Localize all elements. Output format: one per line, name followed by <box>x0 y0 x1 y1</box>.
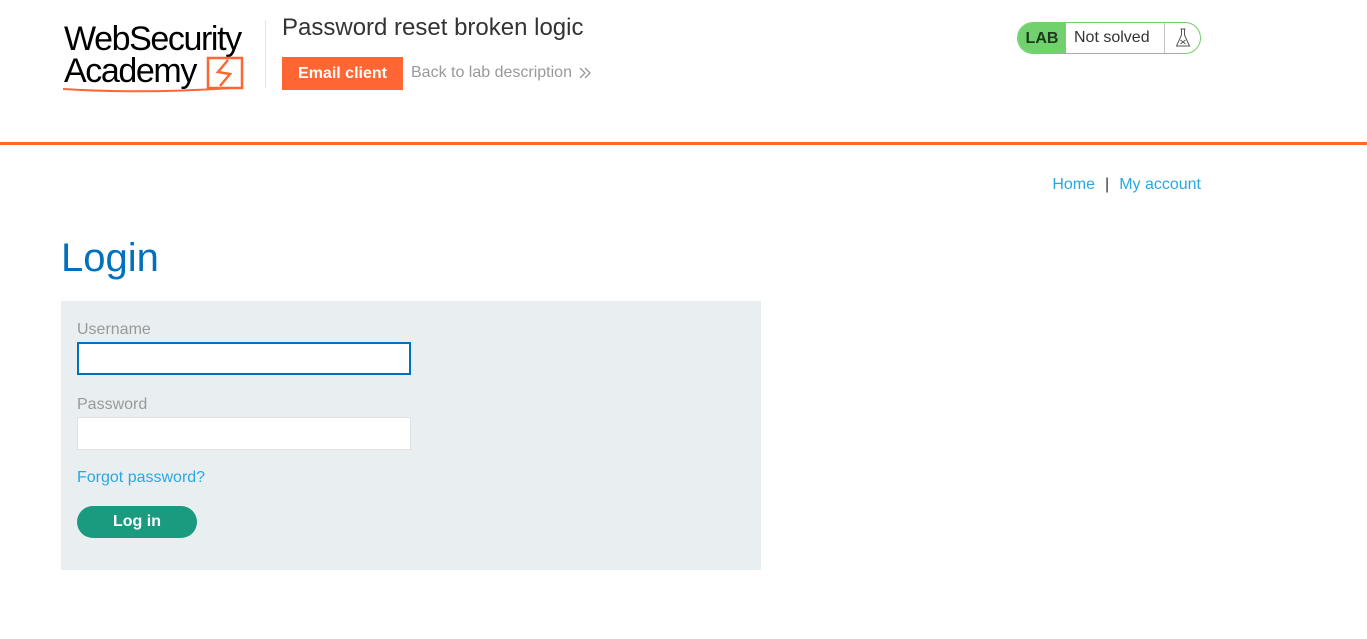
logo-divider <box>265 20 266 88</box>
nav-separator: | <box>1105 176 1110 193</box>
page-title: Login <box>61 236 159 280</box>
log-in-button[interactable]: Log in <box>77 506 197 538</box>
nav-my-account-link[interactable]: My account <box>1119 176 1201 194</box>
forgot-password-link[interactable]: Forgot password? <box>77 469 205 487</box>
double-chevron-right-icon <box>579 67 591 79</box>
lab-status-text: Not solved <box>1074 29 1150 46</box>
page-header: WebSecurity Academy Password reset broke… <box>0 0 1367 145</box>
password-label: Password <box>77 396 148 413</box>
login-form: Username Password Forgot password? Log i… <box>61 301 761 570</box>
back-to-lab-description-link[interactable]: Back to lab description <box>411 64 592 82</box>
lab-status-icon-container <box>1164 23 1200 53</box>
flask-icon <box>1175 28 1190 47</box>
nav-home-link[interactable]: Home <box>1052 176 1095 194</box>
lab-badge: LAB <box>1018 23 1066 53</box>
email-client-button[interactable]: Email client <box>282 57 403 90</box>
password-input[interactable] <box>77 417 411 450</box>
username-label: Username <box>77 321 151 338</box>
lab-status-widget: LAB Not solved <box>1017 22 1201 54</box>
back-link-label: Back to lab description <box>411 64 572 81</box>
username-input[interactable] <box>77 342 411 375</box>
top-navigation: Home | My account <box>1052 176 1201 194</box>
logo-bolt-icon <box>62 56 244 93</box>
lab-title: Password reset broken logic <box>282 14 584 41</box>
web-security-academy-logo[interactable]: WebSecurity Academy <box>62 20 262 94</box>
